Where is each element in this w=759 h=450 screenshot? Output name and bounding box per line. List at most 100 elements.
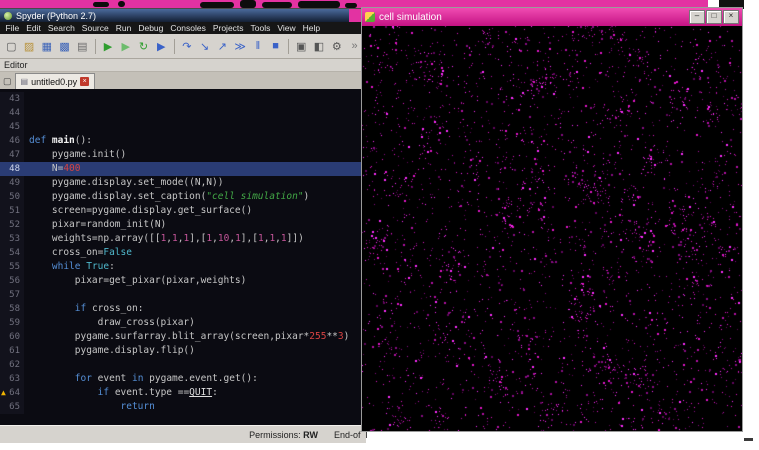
menu-debug[interactable]: Debug <box>135 23 167 33</box>
pygame-icon <box>365 12 375 22</box>
code-line-58: 58 if cross_on: <box>0 302 366 316</box>
menu-run[interactable]: Run <box>112 23 135 33</box>
code-line-55: 55 while True: <box>0 260 366 274</box>
step-out-icon[interactable]: ↗ <box>214 37 231 56</box>
code-text: return <box>24 400 155 414</box>
code-line-62: 62 <box>0 358 366 372</box>
open-file-icon[interactable]: ▨ <box>21 37 38 56</box>
minimize-icon[interactable]: – <box>689 10 705 24</box>
tab-list-icon[interactable]: ▢ <box>3 76 12 87</box>
menu-consoles[interactable]: Consoles <box>167 23 209 33</box>
toolbar-separator <box>95 39 96 54</box>
continue-icon[interactable]: ≫ <box>232 37 249 56</box>
status-permissions: Permissions: RW <box>249 430 318 440</box>
tab-close-icon[interactable]: × <box>80 77 89 86</box>
code-text: pygame.init() <box>24 148 126 162</box>
menu-help[interactable]: Help <box>299 23 323 33</box>
desktop-gap <box>349 9 362 22</box>
code-text: pygame.display.set_caption("cell simulat… <box>24 190 309 204</box>
spyder-window-title: Spyder (Python 2.7) <box>16 11 96 21</box>
pygame-window-title: cell simulation <box>379 12 685 23</box>
code-text: def main(): <box>24 134 92 148</box>
desktop-smudge <box>298 1 340 8</box>
line-number: 45 <box>0 120 24 134</box>
code-text: while True: <box>24 260 115 274</box>
step-over-icon[interactable]: ↷ <box>179 37 196 56</box>
stop-icon[interactable]: ■ <box>267 37 284 56</box>
code-text: pixar=random_init(N) <box>24 218 166 232</box>
rerun-icon[interactable]: ↻ <box>135 37 152 56</box>
menu-view[interactable]: View <box>274 23 299 33</box>
code-text: draw_cross(pixar) <box>24 316 195 330</box>
code-line-46: 46 def main(): <box>0 134 366 148</box>
line-number: 44 <box>0 106 24 120</box>
pause-icon[interactable]: ‖ <box>250 37 267 56</box>
desktop-smudge <box>118 1 125 7</box>
status-eol: End-of <box>334 430 361 440</box>
save-all-icon[interactable]: ▩ <box>56 37 73 56</box>
spyder-titlebar[interactable]: Spyder (Python 2.7) <box>0 9 366 22</box>
code-text <box>24 92 29 106</box>
code-text: N=400 <box>24 162 81 176</box>
fullscreen-icon[interactable]: ▣ <box>293 37 310 56</box>
layout-icon[interactable]: ◧ <box>311 37 328 56</box>
code-line-57: 57 <box>0 288 366 302</box>
code-text: pygame.display.set_mode((N,N)) <box>24 176 223 190</box>
spyder-window: Spyder (Python 2.7) File Edit Search Source… <box>0 9 366 437</box>
line-number: 43 <box>0 92 24 106</box>
editor-pane-title: Editor <box>4 60 28 70</box>
line-number: 64 ▲ <box>0 386 24 400</box>
save-icon[interactable]: ▦ <box>39 37 56 56</box>
code-editor[interactable]: 43 44 45 46 def main(): 47 pygame.init() 48 N=… <box>0 89 366 425</box>
interpreter-icon[interactable]: » <box>346 37 363 56</box>
line-number: 65 <box>0 400 24 414</box>
code-line-43: 43 <box>0 92 366 106</box>
maximize-icon[interactable]: □ <box>706 10 722 24</box>
line-number: 50 <box>0 190 24 204</box>
close-icon[interactable]: × <box>723 10 739 24</box>
debug-icon[interactable]: ▶ <box>153 37 170 56</box>
tab-untitled0[interactable]: ▤ untitled0.py × <box>15 73 96 89</box>
line-number: 47 <box>0 148 24 162</box>
code-text: for event in pygame.event.get(): <box>24 372 258 386</box>
line-number: 54 <box>0 246 24 260</box>
toolbar-separator <box>288 39 289 54</box>
code-text: if cross_on: <box>24 302 143 316</box>
run-icon[interactable]: ▶ <box>100 37 117 56</box>
code-line-53: 53 weights=np.array([[1,1,1],[1,10,1],[1… <box>0 232 366 246</box>
line-number: 58 <box>0 302 24 316</box>
code-line-51: 51 screen=pygame.display.get_surface() <box>0 204 366 218</box>
menu-projects[interactable]: Projects <box>209 23 247 33</box>
code-line-49: 49 pygame.display.set_mode((N,N)) <box>0 176 366 190</box>
line-number: 46 <box>0 134 24 148</box>
menu-file[interactable]: File <box>2 23 23 33</box>
print-icon[interactable]: ▤ <box>74 37 91 56</box>
code-line-54: 54 cross_on=False <box>0 246 366 260</box>
run-selection-icon[interactable]: ▶ <box>117 37 134 56</box>
spyder-statusbar: Permissions: RW End-of <box>0 425 366 443</box>
options-icon[interactable]: ⚙ <box>328 37 345 56</box>
code-line-65: 65 return <box>0 400 366 414</box>
code-text: pixar=get_pixar(pixar,weights) <box>24 274 246 288</box>
menu-source[interactable]: Source <box>78 23 112 33</box>
code-line-47: 47 pygame.init() <box>0 148 366 162</box>
desktop-smudge <box>200 2 234 8</box>
code-line-45: 45 <box>0 120 366 134</box>
line-number: 61 <box>0 344 24 358</box>
code-line-44: 44 <box>0 106 366 120</box>
menu-search[interactable]: Search <box>44 23 78 33</box>
menu-tools[interactable]: Tools <box>247 23 274 33</box>
pygame-titlebar[interactable]: cell simulation – □ × <box>362 8 742 26</box>
simulation-canvas <box>362 26 742 431</box>
step-into-icon[interactable]: ↘ <box>196 37 213 56</box>
line-number: 62 <box>0 358 24 372</box>
new-file-icon[interactable]: ▢ <box>3 37 20 56</box>
menu-edit[interactable]: Edit <box>23 23 45 33</box>
pygame-window: cell simulation – □ × <box>362 8 742 431</box>
code-text <box>24 120 29 134</box>
line-number: 51 <box>0 204 24 218</box>
code-line-64: 64 ▲ if event.type ==QUIT: <box>0 386 366 400</box>
code-text: cross_on=False <box>24 246 132 260</box>
code-text: pygame.display.flip() <box>24 344 195 358</box>
editor-pane-label: Editor <box>0 59 366 72</box>
